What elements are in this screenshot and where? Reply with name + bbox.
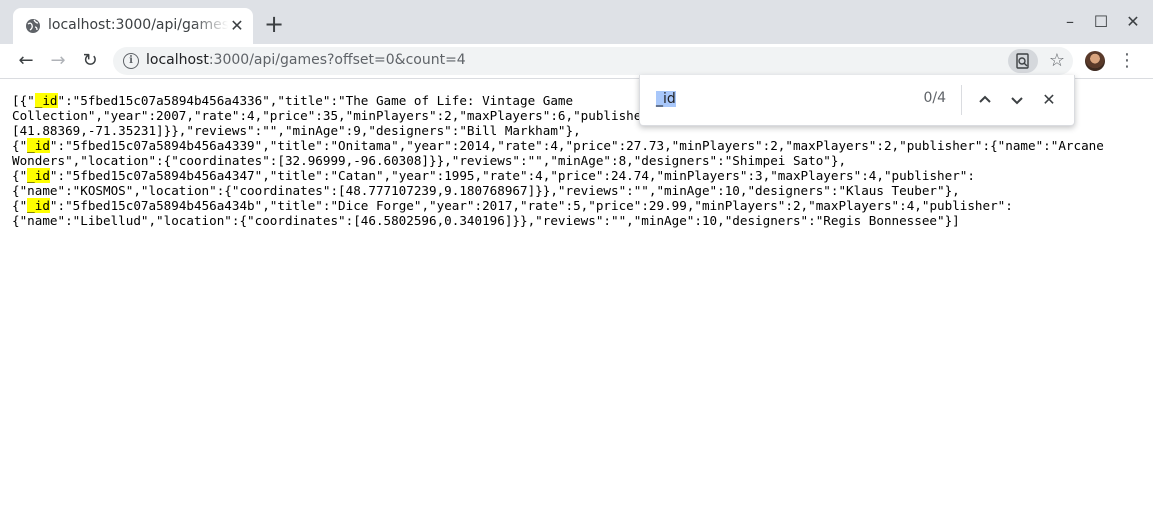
search-match: _id xyxy=(27,198,50,213)
search-match: _id xyxy=(34,93,58,108)
url-host: localhost xyxy=(146,52,209,68)
minimize-button[interactable]: – xyxy=(1056,8,1084,36)
json-line: {"_id":"5fbed15c07a5894b456a4347","title… xyxy=(12,168,975,183)
find-divider xyxy=(961,85,962,115)
search-match: _id xyxy=(27,168,50,183)
json-line: {"name":"Libellud","location":{"coordina… xyxy=(12,213,960,228)
site-info-icon[interactable]: i xyxy=(123,53,139,69)
tab-close-icon[interactable]: ✕ xyxy=(228,17,246,35)
profile-avatar[interactable] xyxy=(1085,51,1105,71)
find-next-button[interactable] xyxy=(1005,88,1029,112)
find-close-button[interactable]: ✕ xyxy=(1037,88,1061,112)
url-text[interactable]: localhost:3000/api/games?offset=0&count=… xyxy=(146,52,466,68)
tab-strip: localhost:3000/api/games?offset=0&count=… xyxy=(0,0,1153,44)
find-previous-button[interactable] xyxy=(973,88,997,112)
browser-toolbar: ← → ↻ i localhost:3000/api/games?offset=… xyxy=(0,44,1153,79)
address-bar[interactable]: i localhost:3000/api/games?offset=0&coun… xyxy=(113,47,1073,75)
chevron-down-icon xyxy=(1011,97,1023,105)
globe-icon xyxy=(26,19,40,33)
json-line: {"_id":"5fbed15c07a5894b456a434b","title… xyxy=(12,198,1013,213)
find-query: _id xyxy=(656,91,676,107)
json-line: {"_id":"5fbed15c07a5894b456a4339","title… xyxy=(12,138,1104,153)
window-close-button[interactable]: ✕ xyxy=(1119,8,1147,36)
find-bar: _id 0/4 ✕ xyxy=(639,75,1075,126)
chevron-up-icon xyxy=(979,95,991,103)
new-tab-button[interactable]: + xyxy=(262,12,286,37)
tab-games-api[interactable]: localhost:3000/api/games?offset=0&count=… xyxy=(13,8,253,44)
search-match: _id xyxy=(27,138,50,153)
json-line: Wonders","location":{"coordinates":[32.9… xyxy=(12,153,847,168)
maximize-button[interactable]: ☐ xyxy=(1087,8,1115,36)
find-in-page-icon[interactable] xyxy=(1008,49,1038,73)
page-search-icon xyxy=(1016,53,1029,69)
reload-button[interactable]: ↻ xyxy=(78,49,102,73)
find-input[interactable]: _id xyxy=(656,89,916,109)
url-path: :3000/api/games?offset=0&count=4 xyxy=(208,52,466,68)
forward-button[interactable]: → xyxy=(46,49,70,73)
back-button[interactable]: ← xyxy=(14,49,38,73)
find-match-count: 0/4 xyxy=(923,90,946,106)
json-line: {"name":"KOSMOS","location":{"coordinate… xyxy=(12,183,960,198)
tab-title: localhost:3000/api/games?offset=0&count=… xyxy=(48,17,228,33)
menu-icon[interactable]: ⋮ xyxy=(1118,49,1136,73)
bookmark-star-icon[interactable]: ☆ xyxy=(1045,49,1069,73)
